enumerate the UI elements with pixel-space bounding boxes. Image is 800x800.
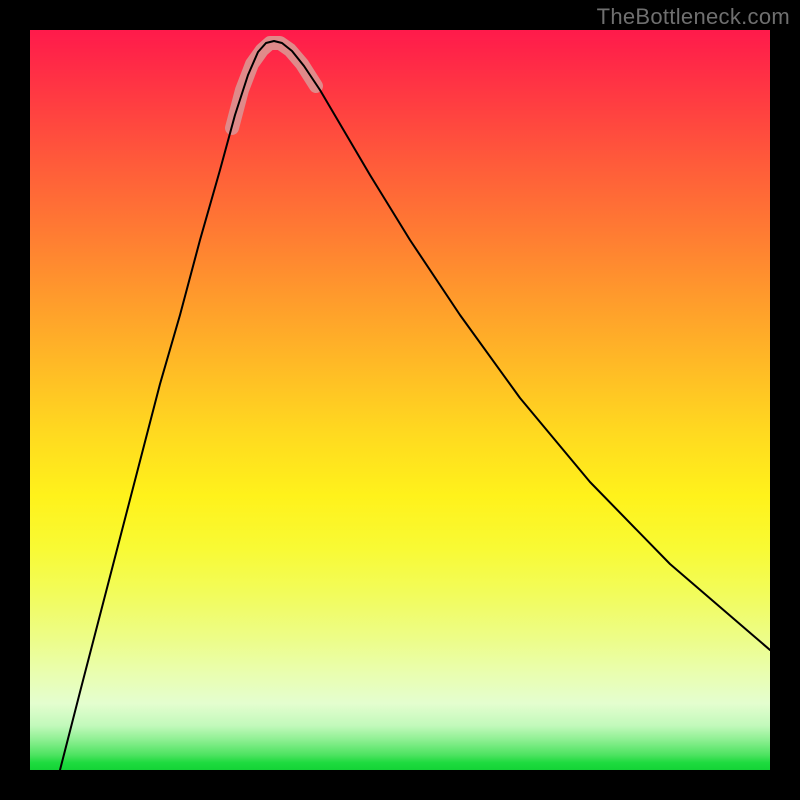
bottleneck-curve (60, 41, 770, 770)
chart-svg (30, 30, 770, 770)
watermark-text: TheBottleneck.com (597, 4, 790, 30)
chart-frame: TheBottleneck.com (0, 0, 800, 800)
plot-area (30, 30, 770, 770)
